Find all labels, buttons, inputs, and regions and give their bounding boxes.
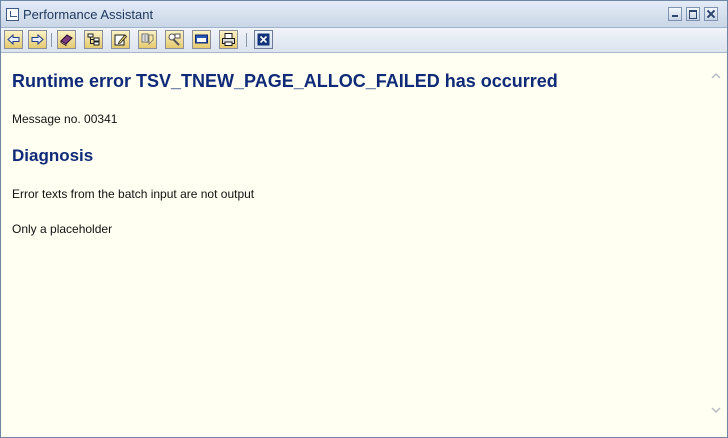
edit-button[interactable] — [111, 30, 130, 49]
exit-icon — [257, 33, 270, 46]
glossary-button[interactable] — [57, 30, 76, 49]
book-icon — [60, 34, 73, 47]
minimize-button[interactable] — [668, 7, 682, 21]
settings-button[interactable] — [165, 30, 184, 49]
vertical-scrollbar[interactable] — [706, 54, 727, 436]
display-format-button[interactable] — [192, 30, 211, 49]
notes-icon — [141, 33, 154, 45]
pencil-icon — [114, 34, 128, 46]
arrow-left-icon — [7, 33, 20, 46]
scroll-down-button[interactable] — [710, 404, 722, 416]
window-title: Performance Assistant — [23, 7, 154, 22]
message-number: Message no. 00341 — [12, 112, 118, 126]
window-icon — [195, 34, 208, 44]
placeholder-text: Only a placeholder — [12, 222, 113, 236]
chevron-down-icon — [711, 407, 721, 414]
maximize-button[interactable] — [686, 7, 700, 21]
structure-button[interactable] — [84, 30, 103, 49]
diagnosis-text: Error texts from the batch input are not… — [12, 187, 255, 201]
error-heading: Runtime error TSV_TNEW_PAGE_ALLOC_FAILED… — [12, 71, 558, 91]
hierarchy-icon — [87, 33, 100, 46]
exit-button[interactable] — [254, 30, 273, 49]
diagnosis-heading: Diagnosis — [12, 146, 94, 165]
arrow-right-icon — [31, 33, 44, 46]
tools-icon — [168, 33, 181, 46]
chevron-up-icon — [711, 72, 721, 79]
title-bar[interactable]: Performance Assistant — [1, 1, 727, 28]
scroll-up-button[interactable] — [710, 70, 722, 82]
document-pane: Runtime error TSV_TNEW_PAGE_ALLOC_FAILED… — [1, 54, 706, 436]
printer-icon — [222, 33, 235, 46]
back-button[interactable] — [4, 30, 23, 49]
close-button[interactable] — [704, 7, 718, 21]
performance-assistant-window: Performance Assistant Runtime error TSV_… — [0, 0, 728, 438]
window-edit-icon — [6, 8, 19, 21]
technical-info-button[interactable] — [138, 30, 157, 49]
forward-button[interactable] — [28, 30, 47, 49]
toolbar-separator — [51, 33, 52, 47]
toolbar-separator — [246, 33, 247, 47]
toolbar — [1, 28, 727, 53]
print-button[interactable] — [219, 30, 238, 49]
